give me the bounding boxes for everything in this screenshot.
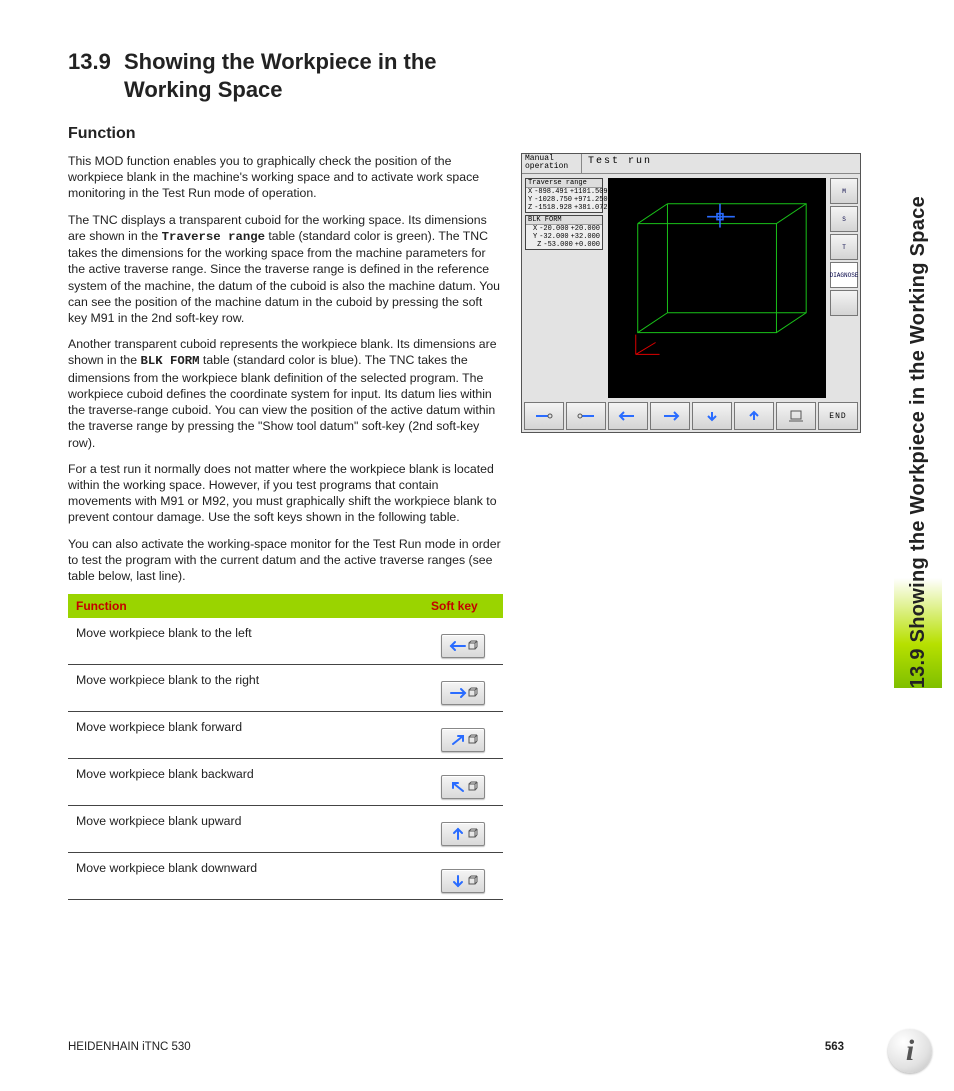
cell-function: Move workpiece blank to the right — [68, 665, 423, 712]
shot-right-btn-4[interactable] — [830, 290, 858, 316]
subheading-function: Function — [68, 125, 874, 143]
cell-softkey — [423, 712, 503, 759]
side-tab-text: 13.9 Showing the Workpiece in the Workin… — [907, 196, 930, 688]
cell-softkey — [423, 853, 503, 900]
shot-sk-end[interactable]: END — [818, 402, 858, 430]
shot-sk-6[interactable] — [734, 402, 774, 430]
data-row: Z-1518.928+381.072 — [526, 204, 602, 212]
section-number: 13.9 — [68, 48, 124, 76]
cell-softkey — [423, 665, 503, 712]
shot-sk-7[interactable] — [776, 402, 816, 430]
shot-sk-1[interactable] — [524, 402, 564, 430]
panel-blkform: BLK FORM X-20.000+20.000Y-32.000+32.000Z… — [525, 215, 603, 250]
paragraph-2: The TNC displays a transparent cuboid fo… — [68, 212, 503, 327]
info-icon: i — [888, 1029, 932, 1073]
left-column: This MOD function enables you to graphic… — [68, 153, 503, 900]
mono-blk-form: BLK FORM — [140, 354, 199, 368]
cell-function: Move workpiece blank forward — [68, 712, 423, 759]
paragraph-5: You can also activate the working-space … — [68, 536, 503, 585]
shot-right-btn-2[interactable]: T — [830, 234, 858, 260]
table-row: Move workpiece blank to the right — [68, 665, 503, 712]
shot-sk-4[interactable] — [650, 402, 690, 430]
table-row: Move workpiece blank to the left — [68, 618, 503, 665]
section-heading: Showing the Workpiece in the Working Spa… — [124, 48, 504, 103]
table-row: Move workpiece blank downward — [68, 853, 503, 900]
softkey-right-icon[interactable] — [441, 681, 485, 705]
page: 13.9 Showing the Workpiece in the Workin… — [0, 0, 954, 1091]
function-table: Function Soft key Move workpiece blank t… — [68, 594, 503, 900]
shot-title: Test run — [582, 154, 860, 174]
shot-mode: Manual operation — [522, 154, 582, 174]
page-footer: HEIDENHAIN iTNC 530 563 — [68, 1041, 844, 1053]
cell-softkey — [423, 806, 503, 853]
tnc-screenshot: Manual operation Test run Traverse range… — [521, 153, 861, 433]
table-row: Move workpiece blank forward — [68, 712, 503, 759]
mono-traverse-range: Traverse range — [162, 230, 265, 244]
graphics-viewport — [608, 178, 826, 398]
panel-traverse: Traverse range X-898.491+1101.509Y-1028.… — [525, 178, 603, 213]
th-function: Function — [68, 594, 423, 618]
table-row: Move workpiece blank upward — [68, 806, 503, 853]
data-row: Y-32.000+32.000 — [526, 233, 602, 241]
shot-right-btn-1[interactable]: S — [830, 206, 858, 232]
softkey-up-icon[interactable] — [441, 822, 485, 846]
footer-page-number: 563 — [825, 1041, 844, 1053]
cell-function: Move workpiece blank downward — [68, 853, 423, 900]
softkey-down-icon[interactable] — [441, 869, 485, 893]
paragraph-3: Another transparent cuboid represents th… — [68, 336, 503, 451]
softkey-fwd-icon[interactable] — [441, 728, 485, 752]
shot-right-btn-0[interactable]: M — [830, 178, 858, 204]
right-column: Manual operation Test run Traverse range… — [521, 153, 861, 900]
softkey-back-icon[interactable] — [441, 775, 485, 799]
th-softkey: Soft key — [423, 594, 503, 618]
paragraph-1: This MOD function enables you to graphic… — [68, 153, 503, 202]
paragraph-4: For a test run it normally does not matt… — [68, 461, 503, 526]
shot-bottom-softkeys: END — [524, 402, 858, 430]
cell-function: Move workpiece blank upward — [68, 806, 423, 853]
data-row: Z-53.000+0.000 — [526, 241, 602, 249]
footer-product: HEIDENHAIN iTNC 530 — [68, 1041, 191, 1053]
shot-sk-3[interactable] — [608, 402, 648, 430]
table-row: Move workpiece blank backward — [68, 759, 503, 806]
section-title: 13.9Showing the Workpiece in the Working… — [68, 48, 874, 103]
shot-right-btn-3[interactable]: DIAGNOSE — [830, 262, 858, 288]
data-row: X-898.491+1101.509 — [526, 188, 602, 196]
softkey-left-icon[interactable] — [441, 634, 485, 658]
shot-sk-2[interactable] — [566, 402, 606, 430]
cell-function: Move workpiece blank to the left — [68, 618, 423, 665]
cell-softkey — [423, 759, 503, 806]
side-tab: 13.9 Showing the Workpiece in the Workin… — [894, 48, 942, 688]
data-row: X-20.000+20.000 — [526, 225, 602, 233]
data-row: Y-1028.750+971.250 — [526, 196, 602, 204]
shot-right-softkeys: MSTDIAGNOSE — [830, 178, 858, 398]
cell-softkey — [423, 618, 503, 665]
shot-sk-5[interactable] — [692, 402, 732, 430]
cell-function: Move workpiece blank backward — [68, 759, 423, 806]
